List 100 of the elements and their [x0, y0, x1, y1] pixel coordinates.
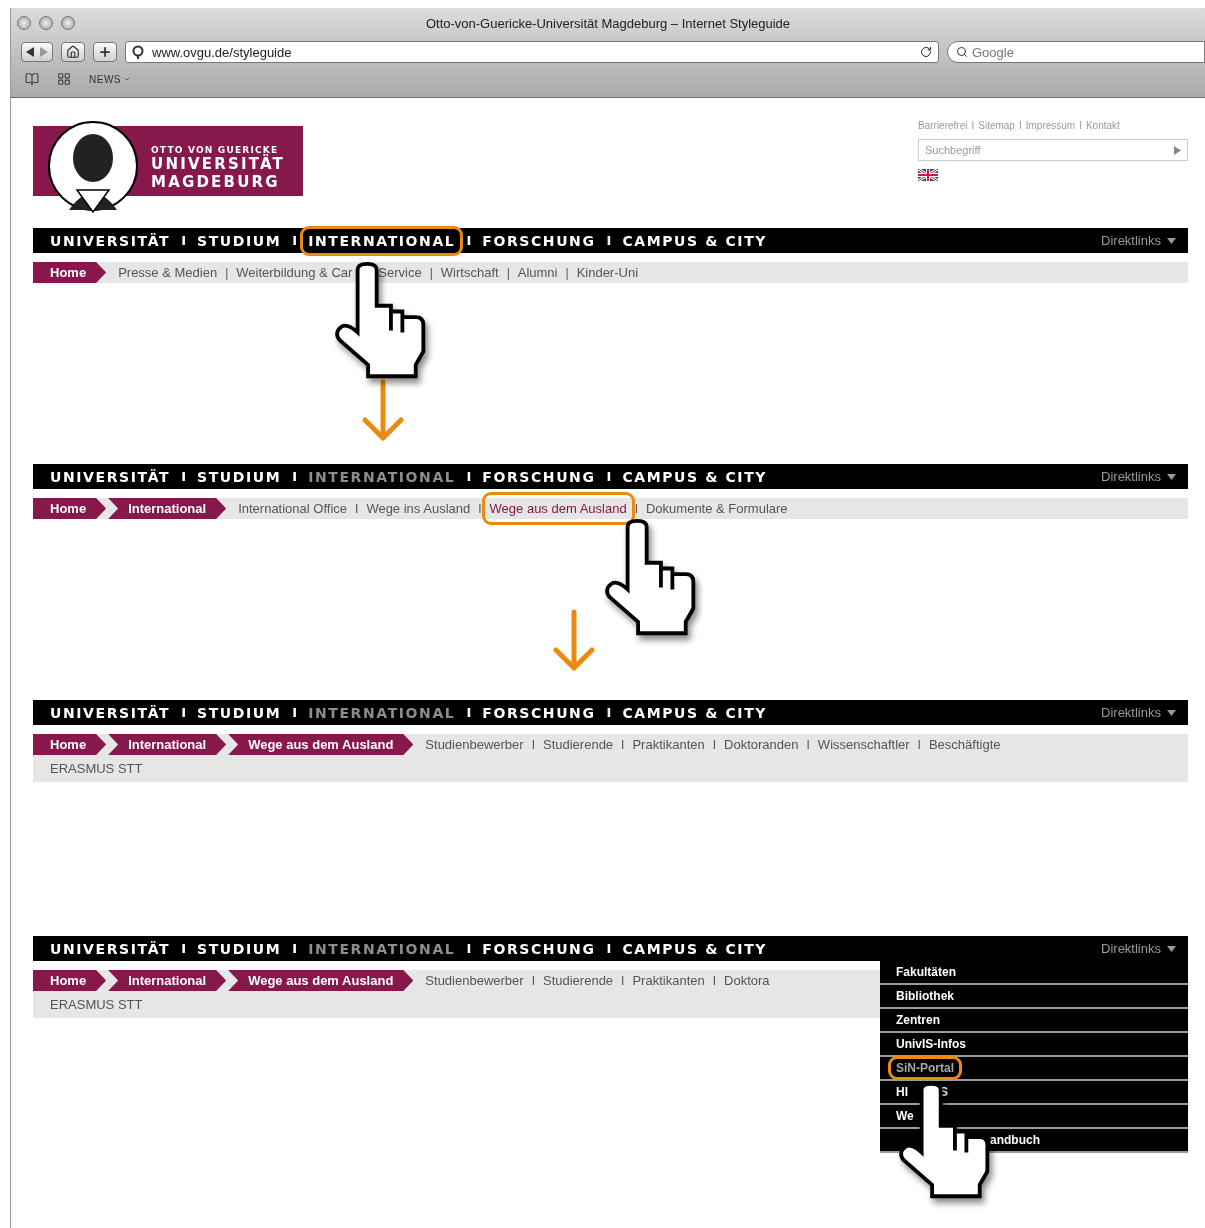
subnav-link[interactable]: Weiterbildung & Car [236, 265, 353, 280]
add-bookmark-button[interactable] [93, 42, 117, 62]
subnav-link[interactable]: Dokumente & Formulare [646, 501, 788, 516]
bookmarks-icon[interactable] [25, 72, 39, 86]
subnav-link[interactable]: Studienbewerber [425, 737, 524, 752]
nav-item[interactable]: FORSCHUNG [482, 704, 596, 721]
nav-item[interactable]: STUDIUM [197, 232, 282, 249]
subnav-link[interactable]: ERASMUS STT [50, 761, 143, 776]
subnav-link[interactable]: Praktikanten [632, 737, 705, 752]
nav-separator: I [292, 233, 298, 248]
breadcrumb[interactable]: International [108, 970, 227, 991]
subnav-link[interactable]: Presse & Medien [118, 265, 218, 280]
grid-icon[interactable] [57, 72, 71, 86]
menu-item[interactable]: Fakultäten [896, 965, 956, 979]
menu-item[interactable]: HI [896, 1085, 908, 1099]
nav-item[interactable]: FORSCHUNG [482, 232, 596, 249]
down-arrow-icon [362, 379, 404, 441]
subnav-separator: I [806, 737, 810, 752]
forward-icon [40, 47, 48, 57]
nav-item[interactable]: STUDIUM [197, 940, 282, 957]
subnav-link[interactable]: ERASMUS STT [50, 997, 143, 1012]
nav-item[interactable]: CAMPUS & CITY [622, 704, 768, 721]
zoom-window-icon[interactable] [61, 16, 75, 30]
nav-item[interactable]: FORSCHUNG [482, 940, 596, 957]
direktlinks-button[interactable]: Direktlinks [1101, 233, 1176, 248]
link-separator: I [1018, 120, 1022, 131]
subnav-link[interactable]: Studienbewerber [425, 973, 524, 988]
caret-icon [1167, 237, 1176, 244]
subnav-separator: I [634, 501, 638, 516]
subnav-link[interactable]: Wege ins Ausland [366, 501, 471, 516]
search-field[interactable]: Google [947, 41, 1205, 63]
subnav-link[interactable]: Doktora [724, 973, 770, 988]
subnav-link[interactable]: Wirtschaft [440, 265, 499, 280]
nav-item[interactable]: UNIVERSITÄT [50, 940, 171, 957]
search-icon [956, 46, 968, 58]
minimize-window-icon[interactable] [39, 16, 53, 30]
direktlinks-button[interactable]: Direktlinks [1101, 469, 1176, 484]
breadcrumb[interactable]: Home [33, 734, 107, 755]
subnav-link[interactable]: Praktikanten [632, 973, 705, 988]
subnav-link[interactable]: Wissenschaftler [817, 737, 910, 752]
breadcrumb[interactable]: International [108, 498, 227, 519]
breadcrumb[interactable]: Home [33, 498, 107, 519]
nav-separator: I [181, 469, 186, 484]
direktlinks-button[interactable]: Direktlinks [1101, 705, 1176, 720]
subnav-link[interactable]: International Office [238, 501, 348, 516]
menu-item[interactable]: andbuch [990, 1133, 1040, 1147]
home-icon [66, 45, 80, 59]
close-window-icon[interactable] [17, 16, 31, 30]
nav-item[interactable]: CAMPUS & CITY [622, 232, 768, 249]
direktlinks-button[interactable]: Direktlinks [1101, 941, 1176, 956]
home-button[interactable] [61, 42, 85, 62]
nav-item[interactable]: UNIVERSITÄT [50, 232, 171, 249]
menu-item[interactable]: We [896, 1109, 914, 1123]
subnav-link[interactable]: Alumni [517, 265, 558, 280]
nav-separator: I [466, 469, 472, 484]
nav-item[interactable]: CAMPUS & CITY [622, 468, 768, 485]
menu-item[interactable]: Bibliothek [896, 989, 954, 1003]
reload-icon[interactable] [920, 46, 932, 58]
nav-item[interactable]: CAMPUS & CITY [622, 940, 768, 957]
nav-item[interactable]: INTERNATIONAL [308, 940, 456, 957]
uk-flag-icon[interactable] [918, 169, 938, 181]
subnav-link[interactable]: Service [378, 265, 422, 280]
bookmark-menu[interactable]: NEWS [89, 73, 131, 85]
subnav-separator: I [712, 973, 717, 988]
subnav-separator: I [478, 501, 482, 516]
breadcrumb[interactable]: Home [33, 970, 107, 991]
nav-separator: I [292, 941, 298, 956]
subnav-link[interactable]: Studierende [543, 737, 614, 752]
nav-item[interactable]: INTERNATIONAL [308, 468, 456, 485]
subnav-separator: I [917, 737, 921, 752]
nav-separator: I [606, 705, 612, 720]
plus-icon [98, 45, 112, 59]
breadcrumb[interactable]: Wege aus dem Ausland [228, 734, 414, 755]
subnav-link[interactable]: Wege aus dem Ausland [489, 501, 627, 516]
back-forward-button[interactable] [21, 42, 53, 62]
breadcrumb[interactable]: Home [33, 262, 107, 283]
subnav-separator: I [621, 973, 625, 988]
nav-separator: I [466, 233, 472, 248]
logo-title: UNIVERSITÄT [151, 155, 287, 173]
subnav-link[interactable]: Kinder-Uni [576, 265, 639, 280]
nav-item[interactable]: INTERNATIONAL [300, 225, 464, 256]
subnav-separator: I [621, 737, 625, 752]
nav-item[interactable]: UNIVERSITÄT [50, 468, 171, 485]
nav-item[interactable]: FORSCHUNG [482, 468, 596, 485]
nav-item[interactable]: STUDIUM [197, 704, 282, 721]
subnav-link[interactable]: Studierende [543, 973, 614, 988]
nav-item[interactable]: STUDIUM [197, 468, 282, 485]
subnav-separator: I [531, 973, 535, 988]
submit-arrow-icon[interactable] [1174, 145, 1181, 155]
nav-item[interactable]: UNIVERSITÄT [50, 704, 171, 721]
breadcrumb[interactable]: Wege aus dem Ausland [228, 970, 414, 991]
logo[interactable]: OTTO VON GUERICKE UNIVERSITÄT MAGDEBURG [33, 120, 303, 216]
address-field[interactable]: www.ovgu.de/styleguide [125, 41, 939, 63]
menu-item[interactable]: UnivIS-Infos [896, 1037, 966, 1051]
nav-item[interactable]: INTERNATIONAL [308, 704, 456, 721]
menu-item[interactable]: SiN-Portal [896, 1061, 954, 1075]
subnav-link[interactable]: Doktoranden [724, 737, 799, 752]
breadcrumb[interactable]: International [108, 734, 227, 755]
subnav-link[interactable]: Beschäftigte [928, 737, 1001, 752]
menu-item[interactable]: Zentren [896, 1013, 940, 1027]
